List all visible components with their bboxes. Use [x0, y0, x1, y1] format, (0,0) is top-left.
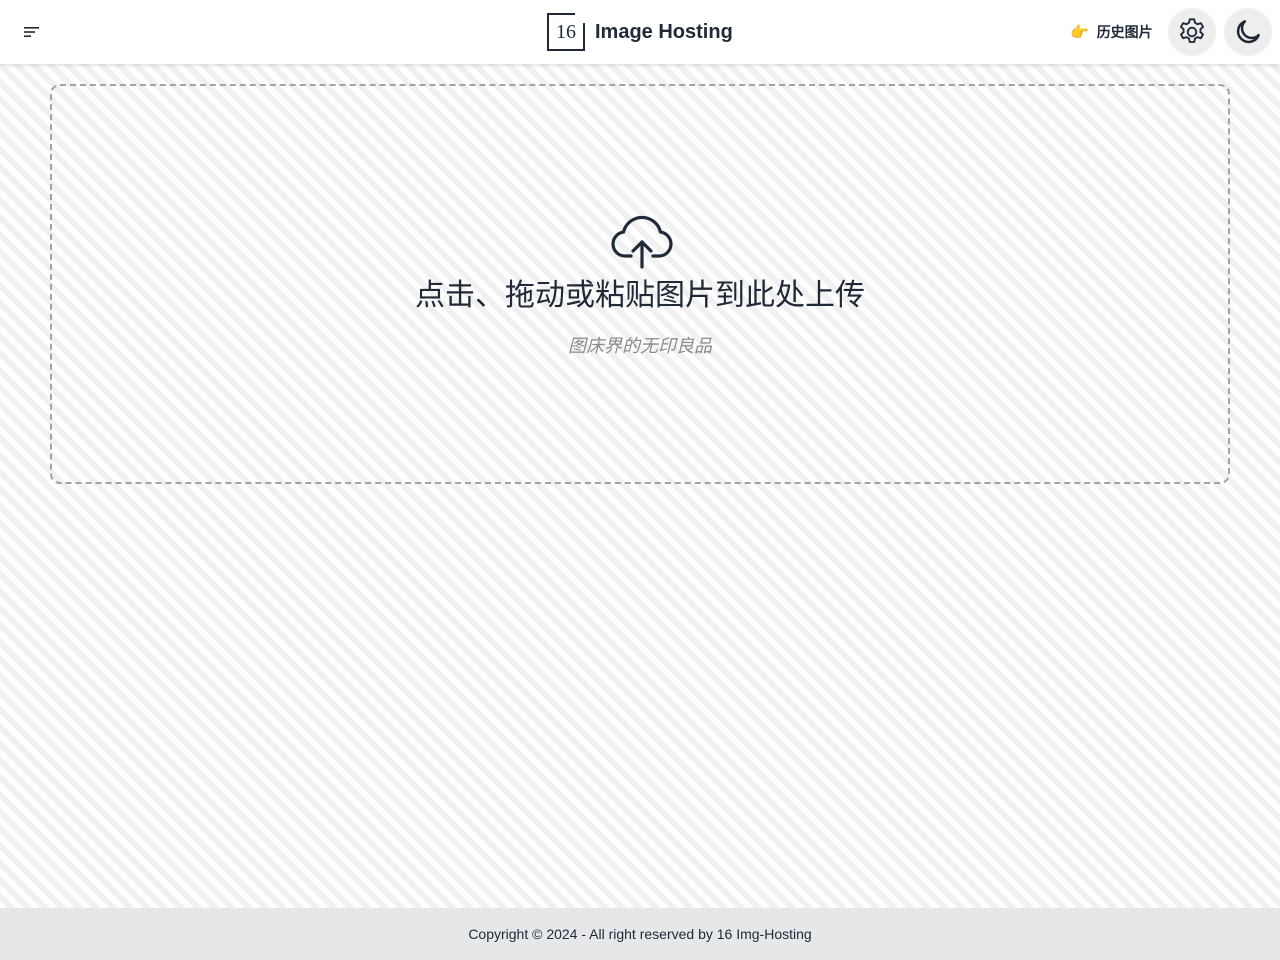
- footer: Copyright © 2024 - All right reserved by…: [0, 908, 1280, 960]
- copyright-text: Copyright © 2024 - All right reserved by…: [468, 926, 812, 942]
- cloud-upload-icon: [611, 215, 673, 269]
- upload-dropzone[interactable]: 点击、拖动或粘贴图片到此处上传 图床界的无印良品: [50, 84, 1230, 484]
- moon-icon: [1236, 20, 1260, 44]
- settings-button[interactable]: [1168, 8, 1216, 56]
- history-images-button[interactable]: 👉 历史图片: [1060, 14, 1163, 50]
- upload-tagline: 图床界的无印良品: [568, 336, 712, 356]
- logo-text: 16: [556, 20, 576, 43]
- gear-icon: [1180, 18, 1204, 43]
- menu-icon: [24, 27, 39, 37]
- upload-instruction: 点击、拖动或粘贴图片到此处上传: [415, 279, 865, 312]
- brand-name: Image Hosting: [595, 20, 733, 43]
- logo: 16: [547, 13, 585, 51]
- brand[interactable]: 16 Image Hosting: [547, 12, 733, 52]
- menu-button[interactable]: [16, 16, 48, 48]
- theme-toggle-button[interactable]: [1224, 8, 1272, 56]
- top-navbar: 16 Image Hosting 👉 历史图片: [0, 0, 1280, 64]
- pointing-hand-icon: 👉: [1070, 24, 1089, 41]
- history-images-label: 历史图片: [1096, 24, 1153, 40]
